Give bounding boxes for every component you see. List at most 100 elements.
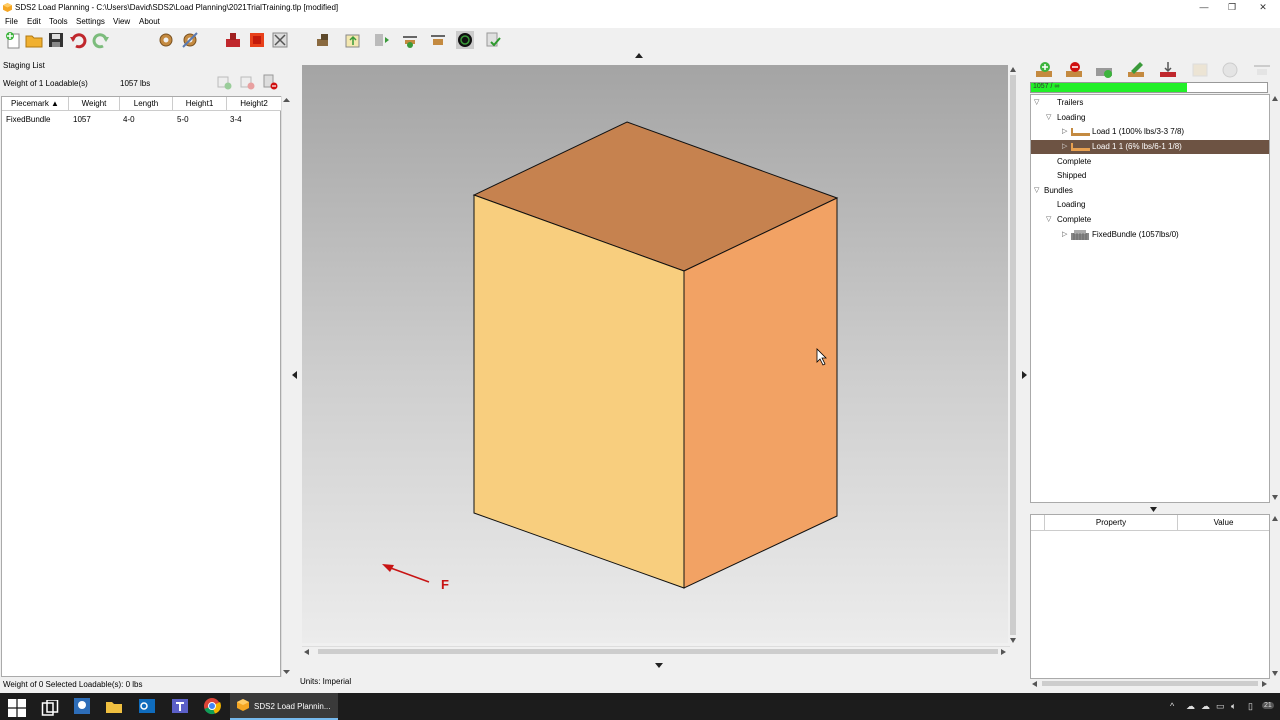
properties-scrollbar[interactable]: [1270, 514, 1280, 679]
truck-icon[interactable]: [316, 31, 334, 49]
staging-scrollbar[interactable]: [281, 96, 290, 677]
add-loadable-icon[interactable]: [216, 74, 232, 90]
collapsed-caret-icon[interactable]: ▷: [1062, 140, 1067, 154]
save-icon[interactable]: [47, 31, 65, 49]
check-icon[interactable]: [484, 31, 502, 49]
col-value[interactable]: Value: [1178, 515, 1269, 531]
add-load-icon[interactable]: [1034, 60, 1054, 80]
col-piecemark[interactable]: Piecemark ▲: [2, 97, 69, 111]
tree-node-bundles-complete[interactable]: ▽ Complete: [1031, 213, 1269, 227]
collapse-left-icon[interactable]: [292, 371, 297, 379]
col-length[interactable]: Length: [120, 97, 173, 111]
menu-about[interactable]: About: [139, 17, 160, 26]
scroll-up-icon[interactable]: [1010, 67, 1016, 72]
tree-node-load-1[interactable]: ▷ Load 1 (100% lbs/3-3 7/8): [1031, 125, 1269, 139]
scroll-up-icon[interactable]: [1272, 516, 1278, 521]
expanded-caret-icon[interactable]: ▽: [1046, 213, 1051, 227]
scroll-right-icon[interactable]: [1001, 649, 1006, 655]
expanded-caret-icon[interactable]: ▽: [1034, 96, 1039, 110]
settings-gear2-icon[interactable]: [181, 31, 199, 49]
windows-start-icon[interactable]: [8, 699, 26, 717]
collapse-bottom-icon[interactable]: [655, 663, 663, 669]
collapse-top-icon[interactable]: [635, 52, 643, 58]
delete-loadable-icon[interactable]: [262, 74, 278, 90]
col-height1[interactable]: Height1: [173, 97, 227, 111]
viewport-hscroll-thumb[interactable]: [318, 649, 998, 654]
properties-hscroll-thumb[interactable]: [1042, 681, 1258, 686]
tree-node-complete[interactable]: Complete: [1031, 155, 1269, 169]
scroll-left-icon[interactable]: [1032, 681, 1037, 687]
ship-load-icon[interactable]: [1158, 60, 1178, 80]
scroll-left-icon[interactable]: [304, 649, 309, 655]
onedrive-blue-icon[interactable]: ☁: [1201, 701, 1210, 712]
tree-scrollbar[interactable]: [1270, 94, 1280, 503]
export-icon[interactable]: [344, 31, 362, 49]
properties-horizontal-scrollbar[interactable]: [1030, 679, 1270, 689]
disabled-crane-icon[interactable]: [1252, 60, 1272, 80]
outlook-icon[interactable]: [138, 697, 156, 715]
expanded-caret-icon[interactable]: ▽: [1046, 111, 1051, 125]
collapsed-caret-icon[interactable]: ▷: [1062, 228, 1067, 242]
scroll-down-icon[interactable]: [1272, 495, 1278, 500]
menu-view[interactable]: View: [113, 17, 130, 26]
notification-icon[interactable]: ▯: [1248, 701, 1253, 712]
col-property[interactable]: Property: [1045, 515, 1178, 531]
scroll-down-icon[interactable]: [1272, 671, 1278, 676]
scroll-up-icon[interactable]: [1272, 96, 1278, 101]
stop-icon[interactable]: [248, 31, 266, 49]
viewport-vertical-scrollbar[interactable]: [1008, 65, 1018, 645]
network-icon[interactable]: ▭: [1216, 701, 1225, 712]
col-height2[interactable]: Height2: [227, 97, 281, 111]
task-view-icon[interactable]: [41, 700, 59, 718]
edit-load-icon[interactable]: [1126, 60, 1146, 80]
scroll-right-icon[interactable]: [1262, 681, 1267, 687]
chrome-icon[interactable]: [203, 697, 221, 715]
file-explorer-icon[interactable]: [105, 697, 123, 715]
crane-icon[interactable]: [401, 31, 419, 49]
tray-chevron-icon[interactable]: ^: [1170, 701, 1174, 711]
collapsed-caret-icon[interactable]: ▷: [1062, 125, 1067, 139]
col-weight[interactable]: Weight: [69, 97, 120, 111]
new-icon[interactable]: [4, 31, 22, 49]
trailer-settings-icon[interactable]: [1094, 60, 1114, 80]
minimize-button[interactable]: —: [1198, 1, 1210, 13]
tree-node-trailers[interactable]: ▽ Trailers: [1031, 96, 1269, 110]
tree-node-load-1-1[interactable]: ▷ Load 1 1 (6% lbs/6-1 1/8): [1031, 140, 1269, 154]
splitter-down-icon[interactable]: [1150, 507, 1157, 512]
menu-edit[interactable]: Edit: [27, 17, 41, 26]
maximize-button[interactable]: ❐: [1226, 1, 1238, 13]
undo-icon[interactable]: [69, 31, 87, 49]
close-window-button[interactable]: ✕: [1257, 1, 1269, 13]
viewport-vscroll-thumb[interactable]: [1010, 75, 1016, 635]
menu-tools[interactable]: Tools: [49, 17, 68, 26]
onedrive-icon[interactable]: ☁: [1186, 701, 1195, 712]
tree-node-bundles[interactable]: ▽ Bundles: [1031, 184, 1269, 198]
close-x-icon[interactable]: [271, 31, 289, 49]
lift-icon[interactable]: [373, 31, 391, 49]
remove-loadable-icon[interactable]: [239, 74, 255, 90]
spiral-icon[interactable]: [456, 31, 474, 49]
collapse-right-icon[interactable]: [1022, 371, 1027, 379]
tree-node-loading[interactable]: ▽ Loading: [1031, 111, 1269, 125]
tree-node-fixedbundle[interactable]: ▷ FixedBundle (1057lbs/0): [1031, 228, 1269, 242]
scroll-down-icon[interactable]: [283, 669, 290, 675]
menu-settings[interactable]: Settings: [76, 17, 105, 26]
expanded-caret-icon[interactable]: ▽: [1034, 184, 1039, 198]
3d-viewport[interactable]: F: [302, 65, 1008, 643]
tree-node-shipped[interactable]: Shipped: [1031, 169, 1269, 183]
disabled-gear-icon[interactable]: [1220, 60, 1240, 80]
menu-file[interactable]: File: [5, 17, 18, 26]
disabled-tool-icon[interactable]: [1190, 60, 1210, 80]
crane2-icon[interactable]: [429, 31, 447, 49]
open-folder-icon[interactable]: [25, 31, 43, 49]
bundle-cube[interactable]: F: [302, 65, 1008, 643]
remove-load-icon[interactable]: [1064, 60, 1084, 80]
viewport-horizontal-scrollbar[interactable]: [302, 646, 1010, 656]
scroll-down-icon[interactable]: [1010, 638, 1016, 643]
redo-icon[interactable]: [92, 31, 110, 49]
scroll-up-icon[interactable]: [283, 97, 290, 103]
volume-icon[interactable]: 🔈︎: [1231, 701, 1236, 712]
settings-gear-icon[interactable]: [157, 31, 175, 49]
photos-app-icon[interactable]: [73, 697, 91, 715]
teams-icon[interactable]: [171, 697, 189, 715]
